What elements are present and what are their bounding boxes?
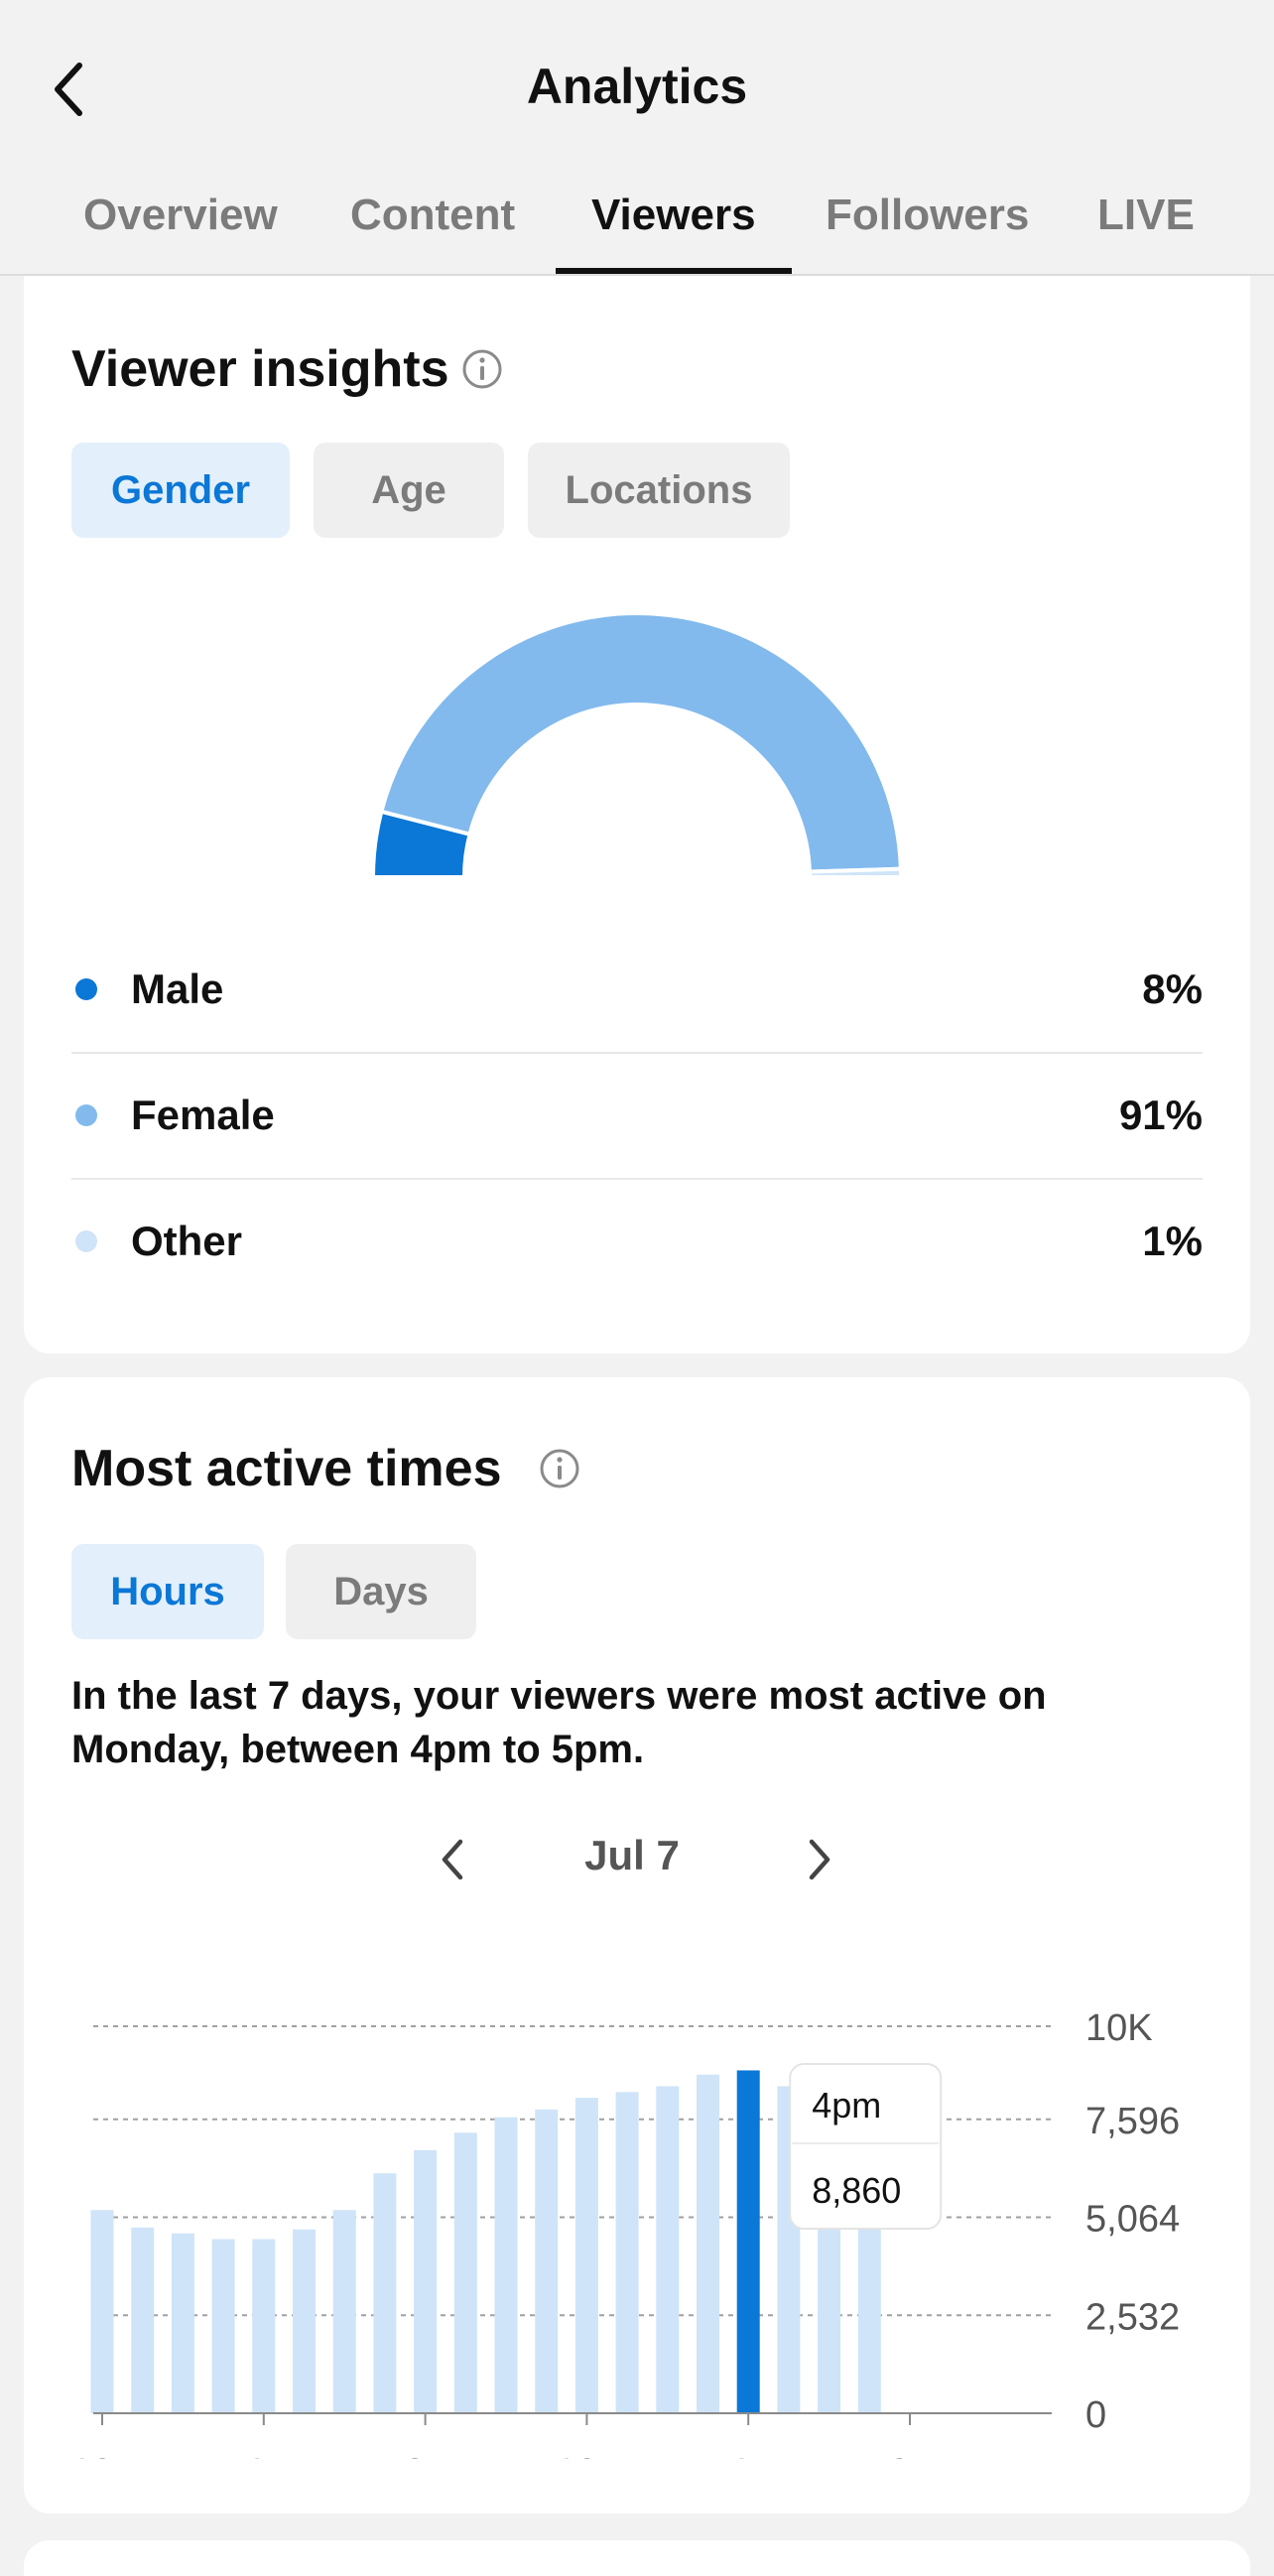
tab-bar: Overview Content Viewers Followers LIVE (0, 177, 1274, 276)
x-tick-label: 4a (243, 2452, 286, 2459)
tooltip-value: 8,860 (812, 2170, 901, 2211)
tab-live[interactable]: LIVE (1097, 191, 1195, 240)
bar[interactable] (535, 2109, 559, 2413)
bar-highlighted[interactable] (736, 2070, 760, 2413)
gauge-slice-female (378, 611, 903, 874)
tab-followers[interactable]: Followers (826, 191, 1029, 240)
x-tick-label: 12a (70, 2452, 134, 2459)
hourly-activity-chart: 0 2,532 5,064 7,596 10K 12a 4a 8a 12p 4p 8p 4pm 8,86… (70, 2007, 1180, 2459)
bar[interactable] (615, 2092, 639, 2413)
bar[interactable] (373, 2173, 397, 2413)
bar[interactable] (293, 2229, 316, 2413)
chip-age[interactable]: Age (314, 443, 504, 538)
tab-content[interactable]: Content (350, 191, 515, 240)
chip-gender[interactable]: Gender (71, 443, 290, 538)
legend-label: Female (131, 1092, 275, 1138)
bar[interactable] (414, 2149, 438, 2413)
date-navigator: Jul 7 (24, 1820, 1250, 1899)
legend-row-female: Female 91% (71, 1053, 1203, 1178)
info-icon[interactable] (538, 1447, 581, 1490)
gauge-slice-other (807, 866, 904, 879)
legend-dot (75, 1104, 97, 1126)
most-active-times-card: Most active times Hours Days In the last… (24, 1377, 1250, 2513)
bar[interactable] (90, 2210, 114, 2413)
legend-label: Other (131, 1218, 243, 1264)
bar[interactable] (453, 2132, 477, 2413)
y-tick-label: 2,532 (1085, 2296, 1180, 2338)
legend-value: 8% (1142, 966, 1203, 1012)
bar[interactable] (494, 2117, 518, 2413)
bar[interactable] (574, 2098, 598, 2413)
chevron-right-icon (809, 1839, 830, 1880)
chip-locations[interactable]: Locations (528, 443, 790, 538)
y-tick-label: 5,064 (1085, 2199, 1180, 2241)
next-card-peek (24, 2540, 1250, 2576)
chip-days[interactable]: Days (286, 1544, 476, 1639)
bar[interactable] (252, 2239, 276, 2414)
y-tick-label: 10K (1085, 2007, 1153, 2049)
y-tick-label: 7,596 (1085, 2101, 1180, 2142)
app-header: Analytics Overview Content Viewers Follo… (0, 0, 1274, 276)
legend-dot (75, 1230, 97, 1252)
page-title: Analytics (526, 59, 748, 114)
viewer-insights-card: Viewer insights Gender Age Locations Mal… (24, 276, 1250, 1353)
x-tick-label: 8p (889, 2452, 931, 2459)
legend-row-male: Male 8% (71, 927, 1203, 1052)
bar[interactable] (131, 2227, 155, 2413)
tooltip-time: 4pm (812, 2085, 881, 2125)
legend-dot (75, 978, 97, 1000)
bar[interactable] (171, 2233, 194, 2413)
x-tick-label: 8a (404, 2452, 446, 2459)
legend-value: 91% (1118, 1092, 1203, 1138)
bar-tooltip: 4pm 8,860 (789, 2063, 943, 2230)
tab-overview[interactable]: Overview (83, 191, 278, 240)
bar[interactable] (656, 2086, 680, 2413)
legend-row-other: Other 1% (71, 1179, 1203, 1304)
y-tick-label: 0 (1085, 2394, 1106, 2436)
x-tick-label: 4p (727, 2452, 769, 2459)
active-times-summary: In the last 7 days, your viewers were mo… (71, 1674, 1047, 1771)
bar[interactable] (332, 2210, 356, 2413)
bar[interactable] (211, 2239, 235, 2414)
info-icon[interactable] (460, 347, 504, 391)
date-label: Jul 7 (584, 1832, 680, 1878)
legend-label: Male (131, 966, 224, 1012)
chip-hours[interactable]: Hours (71, 1544, 264, 1639)
x-tick-label: 12p (556, 2452, 618, 2459)
bar[interactable] (697, 2074, 719, 2413)
viewer-insights-title: Viewer insights (71, 340, 449, 398)
next-date-button[interactable] (788, 1828, 851, 1891)
tab-viewers[interactable]: Viewers (591, 191, 756, 240)
most-active-times-title: Most active times (71, 1440, 502, 1497)
legend-value: 1% (1142, 1218, 1203, 1264)
